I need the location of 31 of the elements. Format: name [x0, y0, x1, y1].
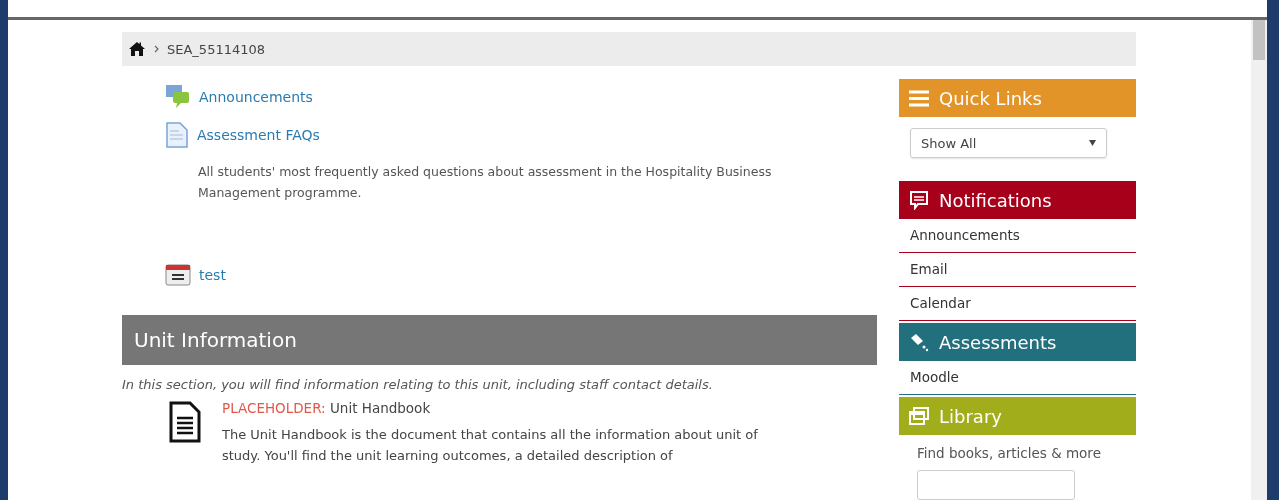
chevron-icon: [154, 45, 159, 53]
activity-link[interactable]: Assessment FAQs: [197, 127, 320, 143]
resource-title[interactable]: PLACEHOLDER: Unit Handbook: [222, 400, 772, 416]
document-icon: [165, 122, 189, 148]
sidebar-link[interactable]: Calendar: [899, 287, 1136, 321]
sidebar-link[interactable]: Announcements: [899, 219, 1136, 253]
block-title: Quick Links: [939, 87, 1042, 109]
comment-icon: [909, 190, 929, 210]
library-hint: Find books, articles & more: [917, 445, 1102, 461]
dropdown-caret-icon: [1089, 140, 1096, 146]
activity-description: All students' most frequently asked questions about assessment in the Hospitality Business Management programme.: [198, 163, 773, 202]
resource-description: The Unit Handbook is the document that contains all the information about unit of study. You'll find the unit learning outcomes, a detailed description of: [222, 426, 759, 465]
block-title: Notifications: [939, 189, 1052, 211]
section-summary: In this section, you will find information relating to this unit, including staff contact details.: [122, 377, 714, 392]
section-header: Unit Information: [122, 315, 877, 365]
speech-bubbles-icon: [165, 84, 191, 110]
activity-link[interactable]: Announcements: [199, 89, 313, 105]
file-text-icon: [168, 400, 202, 444]
sidebar-link[interactable]: Email: [899, 253, 1136, 287]
calendar-icon: [165, 263, 191, 287]
pencil-eraser-icon: [909, 332, 929, 352]
sidebar-link[interactable]: Moodle: [899, 361, 1136, 395]
menu-icon: [909, 89, 929, 107]
windows-icon: [909, 407, 929, 425]
home-icon[interactable]: [128, 41, 146, 57]
block-title: Library: [939, 405, 1002, 427]
library-search-field[interactable]: [917, 470, 1075, 500]
quick-links-select[interactable]: Show All: [910, 128, 1107, 158]
breadcrumb-item[interactable]: SEA_55114108: [167, 41, 266, 57]
activity-link[interactable]: test: [199, 267, 226, 283]
block-title: Assessments: [939, 331, 1057, 353]
